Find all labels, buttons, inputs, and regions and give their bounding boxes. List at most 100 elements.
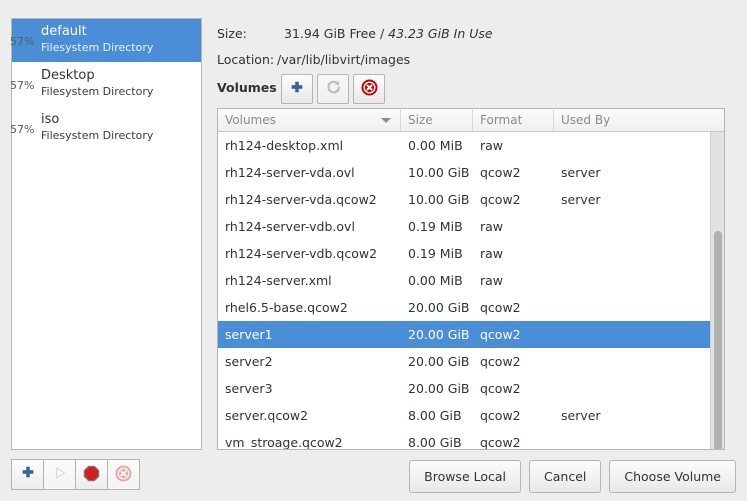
pool-name: Desktop xyxy=(41,68,95,83)
volume-name: rh124-server-vda.ovl xyxy=(225,165,355,180)
pool-usage-percent: 57% xyxy=(10,79,35,92)
volume-row[interactable]: rhel6.5-base.qcow2 20.00 GiB qcow2 xyxy=(218,294,724,321)
volume-size: 20.00 GiB xyxy=(408,300,470,315)
volumes-table-body[interactable]: rh124-desktop.xml 0.00 MiB raw rh124-server… xyxy=(218,132,724,450)
play-icon xyxy=(52,465,68,484)
column-header-volumes[interactable]: Volumes xyxy=(218,109,401,131)
volume-format: qcow2 xyxy=(480,192,521,207)
size-value: 31.94 GiB Free / 43.23 GiB In Use xyxy=(284,26,493,41)
pool-type: Filesystem Directory xyxy=(41,129,154,142)
volume-size: 0.19 MiB xyxy=(408,219,463,234)
volume-row[interactable]: rh124-server-vdb.qcow2 0.19 MiB raw xyxy=(218,240,724,267)
volume-size: 20.00 GiB xyxy=(408,381,470,396)
volume-name: rh124-desktop.xml xyxy=(225,138,344,153)
volumes-section-title: Volumes xyxy=(217,80,277,95)
delete-pool-button xyxy=(107,459,140,490)
volume-row[interactable]: rh124-server-vda.ovl 10.00 GiB qcow2 server xyxy=(218,159,724,186)
pool-action-buttons[interactable] xyxy=(11,459,140,490)
choose-volume-button[interactable]: Choose Volume xyxy=(609,460,736,493)
volume-format: qcow2 xyxy=(480,408,521,423)
volume-row[interactable]: server3 20.00 GiB qcow2 xyxy=(218,375,724,402)
volume-used-by: server xyxy=(561,192,601,207)
volume-name: server1 xyxy=(225,327,273,342)
volume-row[interactable]: server.qcow2 8.00 GiB qcow2 server xyxy=(218,402,724,429)
volume-name: rh124-server-vdb.ovl xyxy=(225,219,355,234)
delete-volume-button[interactable] xyxy=(353,74,385,104)
column-header-size[interactable]: Size xyxy=(401,109,473,131)
pool-name: iso xyxy=(41,112,60,127)
cancel-button[interactable]: Cancel xyxy=(529,460,602,493)
volume-size: 0.19 MiB xyxy=(408,246,463,261)
volumes-toolbar[interactable] xyxy=(281,74,385,104)
pool-type: Filesystem Directory xyxy=(41,85,154,98)
pool-list-item[interactable]: iso Filesystem Directory xyxy=(12,107,201,151)
refresh-icon xyxy=(325,79,342,99)
location-label: Location: xyxy=(217,52,275,67)
size-inuse-value: 43.23 GiB In Use xyxy=(388,26,493,41)
volume-size: 10.00 GiB xyxy=(408,165,470,180)
volume-row[interactable]: server1 20.00 GiB qcow2 xyxy=(218,321,724,348)
volume-size: 20.00 GiB xyxy=(408,354,470,369)
volumes-table-header[interactable]: Volumes Size Format Used By xyxy=(218,109,724,132)
volume-name: rh124-server-vda.qcow2 xyxy=(225,192,377,207)
column-header-used-by[interactable]: Used By xyxy=(554,109,724,131)
pool-usage-percent: 57% xyxy=(10,35,35,48)
stop-icon xyxy=(83,465,100,485)
volume-row[interactable]: rh124-server-vda.qcow2 10.00 GiB qcow2 serv… xyxy=(218,186,724,213)
volumes-scrollbar-thumb[interactable] xyxy=(714,231,722,449)
location-value: /var/lib/libvirt/images xyxy=(277,52,411,67)
volume-format: raw xyxy=(480,246,504,261)
volume-name: server3 xyxy=(225,381,273,396)
volume-size: 0.00 MiB xyxy=(408,138,463,153)
delete-icon xyxy=(361,79,378,99)
volume-name: server2 xyxy=(225,354,273,369)
plus-icon xyxy=(20,465,36,484)
volume-row[interactable]: vm_stroage.qcow2 8.00 GiB qcow2 xyxy=(218,429,724,450)
browse-local-button[interactable]: Browse Local xyxy=(409,460,522,493)
refresh-volumes-button xyxy=(317,74,349,104)
size-free-value: 31.94 GiB Free / xyxy=(284,26,385,41)
volume-name: rhel6.5-base.qcow2 xyxy=(225,300,348,315)
plus-icon xyxy=(289,80,305,99)
volumes-table[interactable]: Volumes Size Format Used By rh124-deskto… xyxy=(217,108,725,450)
column-header-volumes-label: Volumes xyxy=(225,113,276,127)
dialog-button-bar[interactable]: Browse Local Cancel Choose Volume xyxy=(409,460,736,493)
volume-format: raw xyxy=(480,138,504,153)
sort-descending-icon xyxy=(381,118,391,123)
volume-used-by: server xyxy=(561,408,601,423)
volume-used-by: server xyxy=(561,165,601,180)
pool-type: Filesystem Directory xyxy=(41,41,154,54)
volume-format: raw xyxy=(480,273,504,288)
volume-size: 10.00 GiB xyxy=(408,192,470,207)
size-label: Size: xyxy=(217,26,247,41)
pool-list-item[interactable]: default Filesystem Directory xyxy=(12,19,201,63)
volume-format: qcow2 xyxy=(480,165,521,180)
volume-size: 8.00 GiB xyxy=(408,435,462,450)
volume-format: qcow2 xyxy=(480,381,521,396)
pool-name: default xyxy=(41,24,87,39)
new-volume-button[interactable] xyxy=(281,74,313,104)
volume-size: 0.00 MiB xyxy=(408,273,463,288)
volume-format: raw xyxy=(480,219,504,234)
volume-row[interactable]: rh124-desktop.xml 0.00 MiB raw xyxy=(218,132,724,159)
volume-row[interactable]: rh124-server-vdb.ovl 0.19 MiB raw xyxy=(218,213,724,240)
volume-row[interactable]: server2 20.00 GiB qcow2 xyxy=(218,348,724,375)
delete-icon xyxy=(115,465,132,485)
column-header-format[interactable]: Format xyxy=(473,109,554,131)
volume-size: 20.00 GiB xyxy=(408,327,470,342)
storage-pool-list[interactable]: default Filesystem Directory Desktop Filesy… xyxy=(11,18,202,450)
volume-name: vm_stroage.qcow2 xyxy=(225,435,343,450)
volumes-scrollbar[interactable] xyxy=(710,132,724,449)
volume-format: qcow2 xyxy=(480,435,521,450)
stop-pool-button[interactable] xyxy=(75,459,108,490)
volume-name: rh124-server.xml xyxy=(225,273,332,288)
volume-format: qcow2 xyxy=(480,300,521,315)
volume-format: qcow2 xyxy=(480,354,521,369)
add-pool-button[interactable] xyxy=(11,459,44,490)
pool-list-item[interactable]: Desktop Filesystem Directory xyxy=(12,63,201,107)
volume-row[interactable]: rh124-server.xml 0.00 MiB raw xyxy=(218,267,724,294)
volume-size: 8.00 GiB xyxy=(408,408,462,423)
pool-usage-percent: 57% xyxy=(10,123,35,136)
volume-format: qcow2 xyxy=(480,327,521,342)
volume-name: rh124-server-vdb.qcow2 xyxy=(225,246,378,261)
